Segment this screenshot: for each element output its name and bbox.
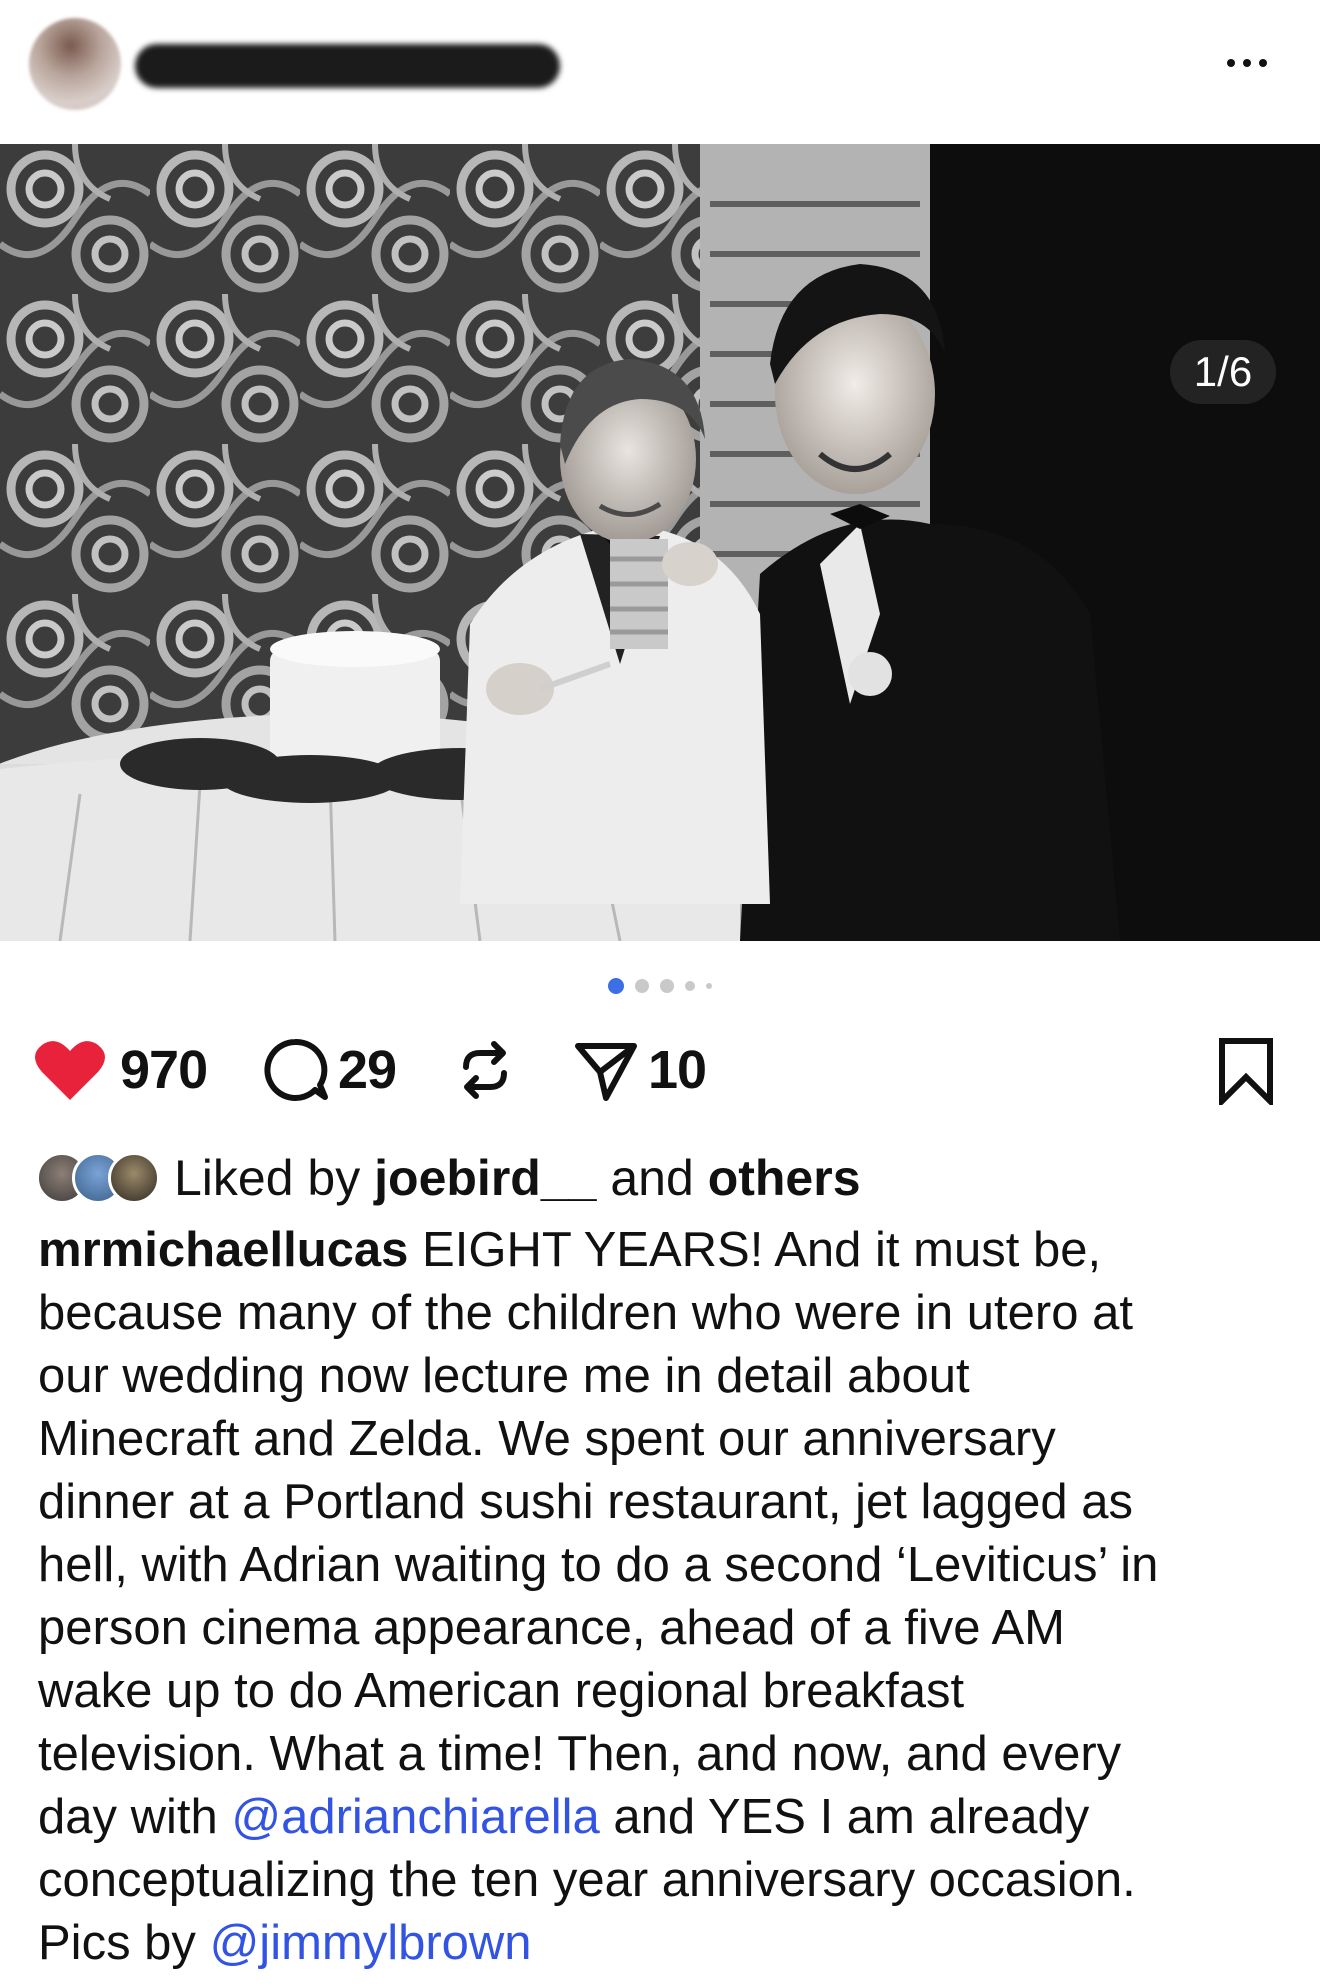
caption-text: Pics by xyxy=(38,1916,210,1970)
author-username-redacted[interactable] xyxy=(135,44,560,88)
carousel-indicator xyxy=(0,976,1320,996)
more-dot-icon xyxy=(1259,59,1267,67)
caption-line: hell, with Adrian waiting to do a second… xyxy=(38,1538,1159,1592)
mention-link[interactable]: @jimmylbrown xyxy=(210,1916,532,1970)
repost-icon xyxy=(463,1041,507,1099)
caption-line: Pics by @jimmylbrown xyxy=(38,1912,1300,1975)
bookmark-icon xyxy=(1219,1038,1273,1109)
caption-username-link[interactable]: mrmichaellucas xyxy=(38,1223,408,1277)
send-paper-plane-icon xyxy=(575,1043,637,1101)
liked-by-prefix: Liked by xyxy=(174,1150,361,1206)
post-caption: mrmichaellucas EIGHT YEARS! And it must … xyxy=(38,1219,1300,1975)
caption-text: EIGHT YEARS! And it must be, xyxy=(408,1223,1102,1277)
carousel-dot[interactable] xyxy=(635,979,649,993)
author-avatar[interactable] xyxy=(29,18,121,110)
caption-line: person cinema appearance, ahead of a fiv… xyxy=(38,1601,1065,1655)
post-header xyxy=(0,0,1320,144)
more-dot-icon xyxy=(1243,59,1251,67)
carousel-dot-active[interactable] xyxy=(608,978,624,994)
more-dot-icon xyxy=(1227,59,1235,67)
share-count: 10 xyxy=(648,1040,707,1100)
like-button[interactable]: 970 xyxy=(34,1030,208,1110)
caption-line: because many of the children who were in… xyxy=(38,1286,1133,1340)
comment-bubble-icon xyxy=(264,1038,328,1101)
caption-text: and YES I am already xyxy=(599,1790,1090,1844)
action-bar: 970 29 10 xyxy=(0,1030,1320,1110)
caption-line: conceptualizing the ten year anniversary… xyxy=(38,1853,1136,1907)
liked-by-connector: and xyxy=(610,1150,694,1206)
liked-by-row[interactable]: Liked by joebird__ and others xyxy=(36,1148,861,1208)
carousel-dot[interactable] xyxy=(685,981,695,991)
repost-button[interactable] xyxy=(452,1030,518,1110)
wedding-photo-image xyxy=(0,144,1320,941)
caption-line: mrmichaellucas EIGHT YEARS! And it must … xyxy=(38,1219,1300,1282)
heart-filled-icon xyxy=(35,1041,105,1100)
liked-by-text: Liked by joebird__ and others xyxy=(174,1149,861,1207)
caption-line: dinner at a Portland sushi restaurant, j… xyxy=(38,1475,1134,1529)
carousel-dot[interactable] xyxy=(706,983,712,989)
post-photo[interactable]: 1/6 xyxy=(0,144,1320,941)
caption-line: wake up to do American regional breakfas… xyxy=(38,1664,965,1718)
caption-line: our wedding now lecture me in detail abo… xyxy=(38,1349,970,1403)
caption-line: television. What a time! Then, and now, … xyxy=(38,1727,1122,1781)
like-count: 970 xyxy=(120,1040,208,1100)
liked-by-user-link[interactable]: joebird__ xyxy=(374,1150,596,1206)
caption-line: day with @adrianchiarella and YES I am a… xyxy=(38,1786,1300,1849)
comment-count: 29 xyxy=(338,1040,397,1100)
liked-by-others-link[interactable]: others xyxy=(708,1150,861,1206)
caption-text: day with xyxy=(38,1790,232,1844)
save-bookmark-button[interactable] xyxy=(1216,1037,1276,1110)
liker-avatar xyxy=(108,1152,160,1204)
photo-counter-badge: 1/6 xyxy=(1170,340,1276,404)
carousel-dot[interactable] xyxy=(660,979,674,993)
more-options-button[interactable] xyxy=(1212,48,1282,78)
comment-button[interactable]: 29 xyxy=(260,1030,397,1110)
mention-link[interactable]: @adrianchiarella xyxy=(231,1790,599,1844)
caption-line: Minecraft and Zelda. We spent our annive… xyxy=(38,1412,1056,1466)
share-button[interactable]: 10 xyxy=(572,1030,707,1110)
